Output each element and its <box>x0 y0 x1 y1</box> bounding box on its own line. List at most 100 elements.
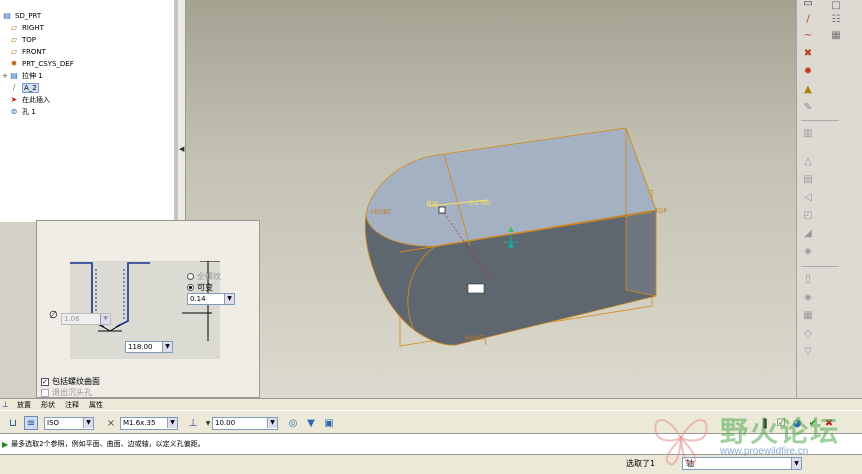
toolbar-separator <box>801 120 839 121</box>
thread-depth-input[interactable]: 0.14 ▼ <box>187 293 235 305</box>
tree-item-right[interactable]: ▱ RIGHT <box>9 22 44 33</box>
hole-tool-icon[interactable]: ▥ <box>801 126 815 140</box>
hole-icon: ⊚ <box>10 107 18 116</box>
dimension-box[interactable] <box>467 283 485 294</box>
view-tool-icon[interactable]: □ <box>829 0 843 12</box>
selection-filter-select[interactable]: 轴 ▼ <box>682 457 802 470</box>
tab-note[interactable]: 注释 <box>60 400 84 410</box>
diameter-symbol-icon: ∅ <box>49 310 58 321</box>
prompt-arrow-icon: ▶ <box>2 439 9 449</box>
datum-axis-tool-icon[interactable]: ∕ <box>801 12 815 26</box>
extrude-icon: ▤ <box>10 71 18 80</box>
verify-icon[interactable]: ◕ <box>790 416 804 430</box>
drill-angle-input[interactable]: 118.00 ▼ <box>125 341 173 353</box>
tab-placement[interactable]: 放置 <box>12 400 36 410</box>
counterbore-icon[interactable]: ▣ <box>322 416 336 430</box>
shell-tool-icon[interactable]: △ <box>801 154 815 168</box>
simple-hole-icon[interactable]: ⊔ <box>6 416 20 430</box>
datum-plane-icon: ▱ <box>10 35 18 44</box>
table-tool-icon[interactable]: ▦ <box>829 28 843 42</box>
tap-icon[interactable]: ◎ <box>286 416 300 430</box>
toolbar-separator <box>801 266 839 267</box>
datum-toolbar: ▭ □ ∕ ☷ ∼ ▦ ✖ ✹ ▲ ✎ ▥ △ ▤ ◁ ◰ ◢ ◈ ▯ ◈ ▦ … <box>796 0 862 398</box>
dimension-label[interactable]: 直径 <box>426 200 438 208</box>
thread-standard-select[interactable]: ISO ▼ <box>44 417 94 430</box>
tree-item-top[interactable]: ▱ TOP <box>9 34 36 45</box>
layer-tool-icon[interactable]: ☷ <box>829 12 843 26</box>
status-bar: 选取了1 轴 ▼ <box>0 455 862 474</box>
graphics-window[interactable]: FRONT TOP RIGHT 直径 0.2 ISO <box>186 0 796 398</box>
analysis-tool-icon[interactable]: ▲ <box>801 82 815 96</box>
tree-item-csys[interactable]: ✹ PRT_CSYS_DEF <box>9 58 74 69</box>
datum-label-front[interactable]: FRONT <box>371 209 392 216</box>
diameter-input[interactable]: 1.06 ▼ <box>61 313 111 325</box>
tree-item-extrude[interactable]: + ▤ 拉伸 1 <box>1 70 43 81</box>
chevron-down-icon[interactable]: ▼ <box>791 458 801 469</box>
message-area: ▶ 最多选取2个参照，例如平面、曲面、边或轴，以定义孔偏距。 <box>0 434 862 455</box>
expand-icon[interactable]: + <box>1 72 9 80</box>
chevron-down-icon[interactable]: ▼ <box>167 418 177 428</box>
dashboard-tabs: ⊥ 放置 形状 注释 属性 <box>0 398 862 410</box>
tab-shape[interactable]: 形状 <box>36 400 60 410</box>
tree-item-axis[interactable]: ∕ A_2 <box>9 82 39 93</box>
screw-size-select[interactable]: M1.6x.35 ▼ <box>120 417 178 430</box>
datum-label-right[interactable]: RIGHT <box>465 335 484 342</box>
cancel-icon[interactable]: ✖ <box>822 416 836 430</box>
hole-shape-panel: ∅ 1.06 ▼ 全螺纹 可变 0.14 ▼ 118.00 ▼ ✓ 包括螺纹曲面 退出沉… <box>36 220 260 398</box>
screw-size-icon: ⨯ <box>106 417 116 429</box>
countersink-icon[interactable]: ▼ <box>304 416 318 430</box>
chevron-down-icon[interactable]: ▼ <box>100 314 110 324</box>
variable-radio[interactable]: 可变 <box>187 282 213 293</box>
csys-tool-icon[interactable]: ✹ <box>801 64 815 78</box>
tab-properties[interactable]: 属性 <box>84 400 108 410</box>
copy-tool-icon[interactable]: ▯ <box>801 272 815 286</box>
tree-item-hole[interactable]: ⊚ 孔 1 <box>9 106 36 117</box>
dimension-value[interactable]: 0.2 ISO <box>469 200 491 207</box>
collapse-arrow-icon[interactable]: ◀ <box>179 145 184 153</box>
sketch-tool-icon[interactable]: ✎ <box>801 100 815 114</box>
pause-icon[interactable]: ❚ <box>758 416 772 430</box>
round-tool-icon[interactable]: ◰ <box>801 208 815 222</box>
insert-here-icon: ➤ <box>10 95 18 104</box>
chevron-down-icon[interactable]: ▼ <box>162 342 172 352</box>
model-tree[interactable]: ▤ SD_PRT ▱ RIGHT ▱ TOP ▱ FRONT ✹ PRT_CSY… <box>0 0 178 222</box>
depth-option-icon[interactable]: ⊥ <box>186 416 200 430</box>
mirror-tool-icon[interactable]: ◈ <box>801 290 815 304</box>
part-icon: ▤ <box>3 11 11 20</box>
merge-tool-icon[interactable]: ◈ <box>801 244 815 258</box>
extend-tool-icon[interactable]: ▽ <box>801 344 815 358</box>
hole-dashboard: ⊔ ≡ ISO ▼ ⨯ M1.6x.35 ▼ ⊥ ▼ 10.00 ▼ ◎ ▼ ▣ ❚ … <box>0 410 862 434</box>
drag-handle[interactable] <box>438 206 446 214</box>
datum-plane-tool-icon[interactable]: ▭ <box>801 0 815 10</box>
chevron-down-icon[interactable]: ▼ <box>224 294 234 304</box>
preview-icon[interactable]: ☑ <box>774 416 788 430</box>
rib-tool-icon[interactable]: ▤ <box>801 172 815 186</box>
trim-tool-icon[interactable]: ◇ <box>801 326 815 340</box>
coordinate-system-icon: ✹ <box>10 59 18 68</box>
chevron-down-icon[interactable]: ▼ <box>267 418 277 428</box>
tree-item-insert-here[interactable]: ➤ 在此插入 <box>9 94 50 105</box>
datum-axis-icon: ∕ <box>12 83 16 92</box>
draft-tool-icon[interactable]: ◁ <box>801 190 815 204</box>
exit-countersink-checkbox[interactable]: 退出沉头孔 <box>41 387 92 398</box>
model-view: FRONT TOP RIGHT 直径 0.2 ISO <box>364 127 667 347</box>
prompt-message: 最多选取2个参照，例如平面、曲面、边或轴，以定义孔偏距。 <box>11 440 205 448</box>
tree-item-root[interactable]: ▤ SD_PRT <box>2 10 41 21</box>
selection-count: 选取了1 <box>626 459 656 468</box>
datum-plane-icon: ▱ <box>10 23 18 32</box>
datum-point-tool-icon[interactable]: ✖ <box>801 46 815 60</box>
tree-item-front[interactable]: ▱ FRONT <box>9 46 46 57</box>
chevron-down-icon[interactable]: ▼ <box>83 418 93 428</box>
navigator-sash[interactable]: ◀ <box>178 0 186 222</box>
sketch-curve-tool-icon[interactable]: ∼ <box>801 28 815 42</box>
datum-label-top[interactable]: TOP <box>654 208 667 215</box>
standard-hole-icon[interactable]: ≡ <box>24 416 38 430</box>
confirm-icon[interactable]: ✔ <box>806 416 820 430</box>
hole-feature-icon: ⊥ <box>2 400 9 409</box>
datum-plane-icon: ▱ <box>10 47 18 56</box>
depth-value-select[interactable]: 10.00 ▼ <box>212 417 278 430</box>
pattern-tool-icon[interactable]: ▦ <box>801 308 815 322</box>
full-thread-radio[interactable]: 全螺纹 <box>187 271 221 282</box>
include-thread-surface-checkbox[interactable]: ✓ 包括螺纹曲面 <box>41 376 100 387</box>
chamfer-tool-icon[interactable]: ◢ <box>801 226 815 240</box>
